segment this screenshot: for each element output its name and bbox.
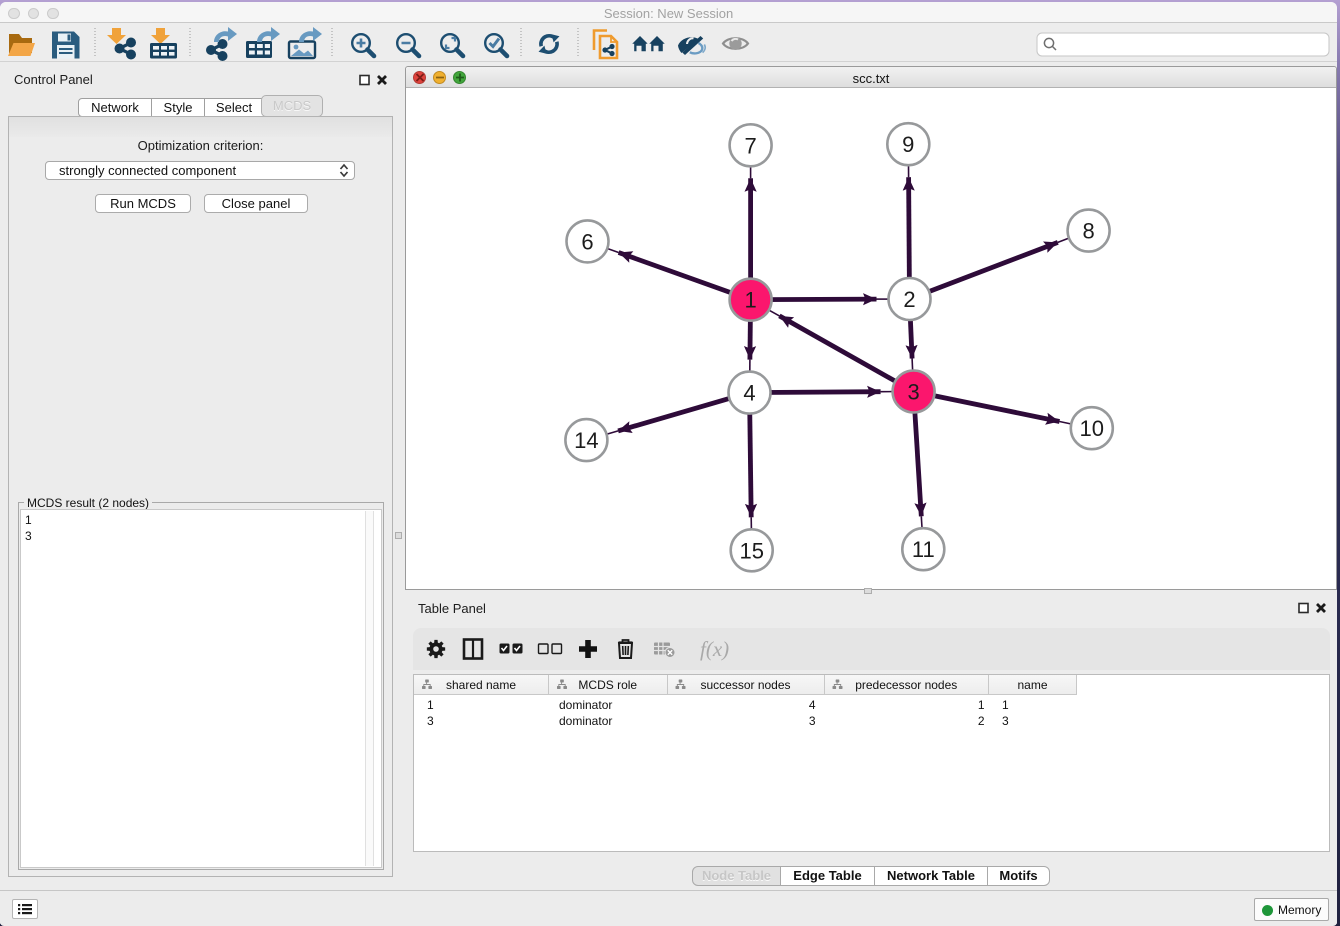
svg-text:8: 8 xyxy=(1082,219,1094,244)
svg-text:f(x): f(x) xyxy=(700,637,729,661)
svg-text:3: 3 xyxy=(907,380,919,405)
svg-text:4: 4 xyxy=(743,381,755,406)
svg-text:6: 6 xyxy=(581,229,593,254)
svg-text:11: 11 xyxy=(912,537,935,562)
svg-text:14: 14 xyxy=(574,428,598,453)
svg-text:9: 9 xyxy=(902,132,914,157)
svg-text:1: 1 xyxy=(744,288,756,313)
svg-text:10: 10 xyxy=(1080,416,1104,441)
svg-text:2: 2 xyxy=(903,287,915,312)
svg-text:7: 7 xyxy=(744,133,756,158)
svg-text:15: 15 xyxy=(739,538,763,563)
